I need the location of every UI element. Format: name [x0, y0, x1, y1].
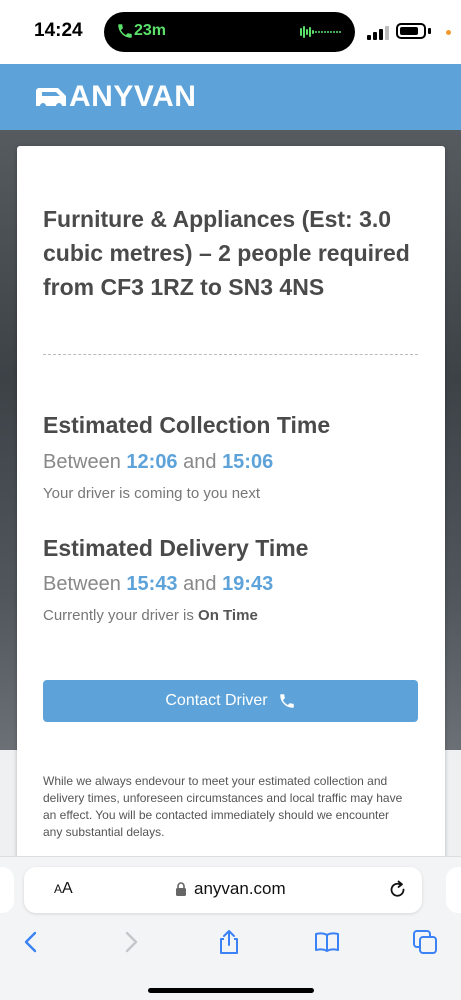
- cellular-signal-icon: [367, 26, 389, 40]
- status-bar: 14:24 23m: [0, 0, 461, 64]
- bookmarks-icon[interactable]: [314, 929, 340, 955]
- aa-small: A: [54, 882, 63, 896]
- delivery-heading: Estimated Delivery Time: [43, 535, 309, 561]
- clock: 14:24: [34, 20, 83, 41]
- site-header: ANYVAN: [0, 64, 461, 130]
- delivery-status-note: Currently your driver is On Time: [43, 607, 258, 624]
- delivery-start-time: 15:43: [126, 573, 178, 595]
- call-duration: 23m: [134, 22, 167, 39]
- reload-icon[interactable]: [388, 880, 408, 900]
- phone-call-icon: [118, 24, 132, 38]
- browser-toolbar: AA anyvan.com: [0, 856, 461, 1000]
- collection-end-time: 15:06: [222, 451, 274, 473]
- collection-heading: Estimated Collection Time: [43, 412, 331, 438]
- collection-start-time: 12:06: [126, 451, 178, 473]
- dashed-divider: [43, 354, 418, 355]
- audio-waveform-icon: [300, 26, 341, 38]
- privacy-indicator: [446, 30, 451, 35]
- back-icon[interactable]: [18, 929, 44, 955]
- tabs-icon[interactable]: [412, 929, 438, 955]
- delivery-note-prefix: Currently your driver is: [43, 607, 194, 624]
- contact-driver-button[interactable]: Contact Driver: [43, 680, 418, 722]
- previous-tab-peek[interactable]: [0, 867, 14, 913]
- share-icon[interactable]: [216, 929, 242, 955]
- collection-between-label: Between: [43, 451, 121, 473]
- lock-icon: [176, 882, 186, 896]
- forward-icon[interactable]: [118, 929, 144, 955]
- contact-driver-label: Contact Driver: [165, 692, 268, 709]
- tracking-card: Furniture & Appliances (Est: 3.0 cubic m…: [17, 146, 445, 866]
- reader-options-button[interactable]: AA: [54, 880, 73, 898]
- delivery-window: Between 15:43 and 19:43: [43, 573, 273, 596]
- logo-text: ANYVAN: [69, 80, 197, 113]
- van-logo-icon: [36, 88, 66, 109]
- collection-and-label: and: [183, 451, 217, 473]
- battery-tip: [428, 28, 431, 34]
- aa-large: A: [62, 880, 73, 897]
- phone-icon: [279, 694, 294, 708]
- next-tab-peek[interactable]: [446, 867, 461, 913]
- disclaimer-text: While we always endevour to meet your es…: [43, 774, 403, 839]
- home-indicator[interactable]: [148, 988, 314, 993]
- url-text: anyvan.com: [194, 879, 286, 898]
- delivery-between-label: Between: [43, 573, 121, 595]
- delivery-and-label: and: [183, 573, 217, 595]
- delivery-end-time: 19:43: [222, 573, 274, 595]
- address-bar[interactable]: AA anyvan.com: [24, 867, 422, 913]
- job-title: Furniture & Appliances (Est: 3.0 cubic m…: [43, 206, 410, 300]
- delivery-status: On Time: [198, 607, 258, 624]
- dynamic-island[interactable]: 23m: [104, 12, 355, 52]
- battery-icon: [396, 23, 426, 39]
- anyvan-logo[interactable]: ANYVAN: [34, 82, 196, 112]
- collection-window: Between 12:06 and 15:06: [43, 451, 273, 474]
- collection-note: Your driver is coming to you next: [43, 485, 261, 502]
